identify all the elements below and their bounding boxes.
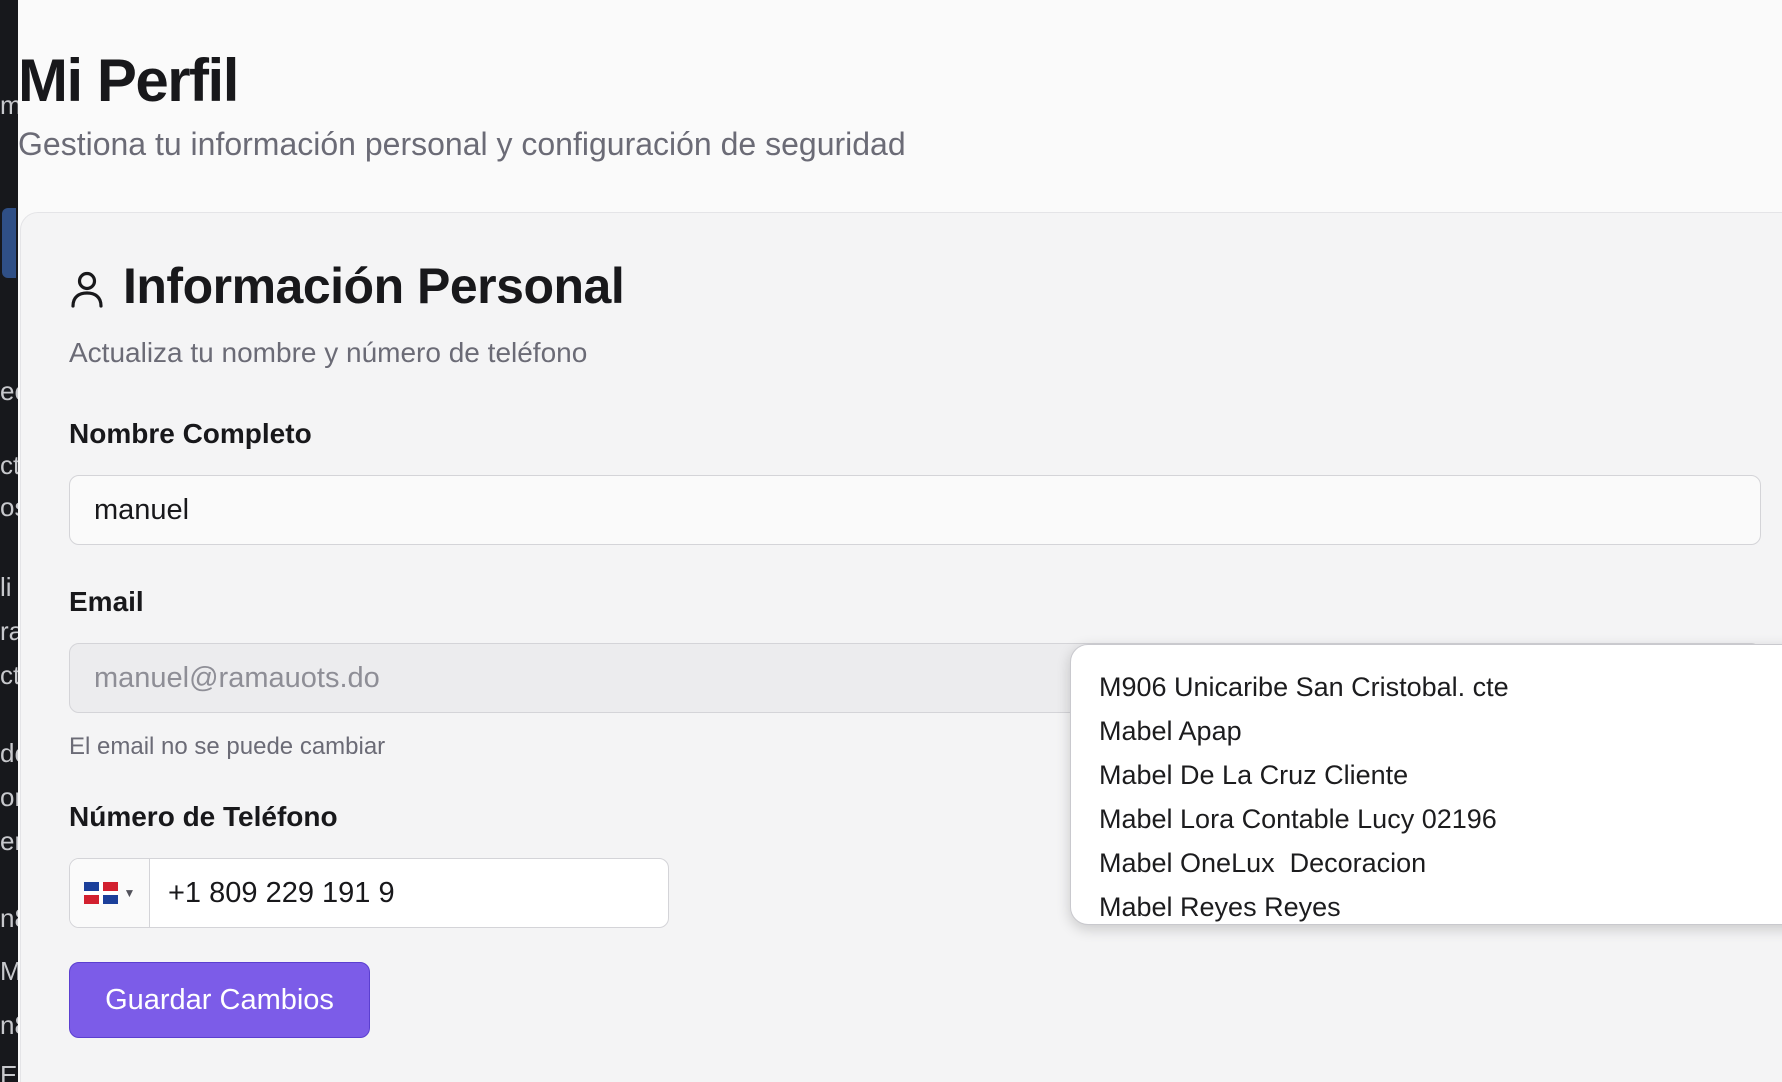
sidebar-item-label[interactable]: ct: [0, 452, 18, 478]
full-name-input[interactable]: [69, 475, 1761, 545]
card-header: Información Personal Actualiza tu nombre…: [69, 257, 625, 369]
autocomplete-option[interactable]: Mabel Apap: [1071, 709, 1782, 753]
page-header: Mi Perfil Gestiona tu información person…: [18, 46, 906, 164]
autocomplete-list: M906 Unicaribe San Cristobal. cte Mabel …: [1071, 645, 1782, 924]
country-code-select[interactable]: ▼: [70, 859, 150, 927]
sidebar-item-label[interactable]: or: [0, 784, 18, 810]
email-label: Email: [69, 586, 144, 617]
sidebar-item-label[interactable]: do: [0, 740, 18, 766]
phone-field: ▼: [69, 858, 669, 928]
sidebar-item-label[interactable]: n8: [0, 905, 18, 931]
dominican-flag-icon: [83, 882, 118, 904]
user-icon: [71, 271, 103, 308]
sidebar-item-label[interactable]: Mi: [0, 958, 18, 984]
email-help-text: El email no se puede cambiar: [69, 733, 386, 760]
card-title: Información Personal: [123, 258, 625, 314]
autocomplete-option[interactable]: Mabel De La Cruz Cliente: [1071, 753, 1782, 797]
sidebar-item-label[interactable]: er: [0, 828, 18, 854]
sidebar-item-label[interactable]: m: [0, 92, 18, 118]
sidebar-item-label[interactable]: ct: [0, 662, 18, 688]
phone-label: Número de Teléfono: [69, 801, 338, 832]
card-description: Actualiza tu nombre y número de teléfono: [69, 337, 588, 368]
name-label: Nombre Completo: [69, 418, 312, 449]
autocomplete-dropdown: M906 Unicaribe San Cristobal. cte Mabel …: [1070, 644, 1782, 925]
autocomplete-option[interactable]: Mabel Reyes Reyes: [1071, 885, 1782, 924]
page-subtitle: Gestiona tu información personal y confi…: [18, 126, 906, 162]
chevron-down-icon: ▼: [123, 886, 136, 900]
sidebar-item-label[interactable]: ra: [0, 618, 18, 644]
sidebar-item-label[interactable]: ec: [0, 378, 18, 404]
sidebar-item-label[interactable]: n8: [0, 1012, 18, 1038]
sidebar-active-item[interactable]: [2, 208, 16, 278]
sidebar: m ec ct os li ra ct do or er n8 Mi n8 Er: [0, 0, 18, 1082]
phone-input[interactable]: [150, 859, 668, 927]
card-title-row: Información Personal: [69, 257, 625, 315]
sidebar-item-label[interactable]: li: [0, 574, 12, 600]
page-title: Mi Perfil: [18, 47, 239, 114]
save-button[interactable]: Guardar Cambios: [69, 962, 370, 1038]
autocomplete-option[interactable]: Mabel Lora Contable Lucy 02196: [1071, 797, 1782, 841]
autocomplete-option[interactable]: Mabel OneLux Decoracion: [1071, 841, 1782, 885]
autocomplete-option[interactable]: M906 Unicaribe San Cristobal. cte: [1071, 665, 1782, 709]
sidebar-item-label[interactable]: os: [0, 494, 18, 520]
sidebar-item-label[interactable]: Er: [0, 1062, 18, 1082]
